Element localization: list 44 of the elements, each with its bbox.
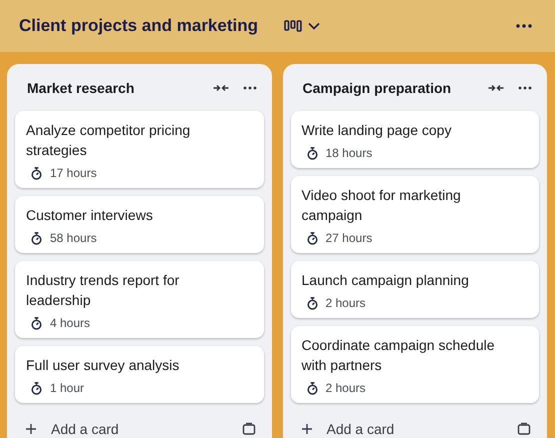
plus-icon (300, 423, 312, 435)
card-title: Analyze competitor pricing strategies (26, 121, 192, 160)
time-estimate: 58 hours (50, 231, 97, 245)
template-icon[interactable] (242, 422, 256, 436)
time-estimate: 4 hours (50, 316, 90, 330)
card-title: Industry trends report for leadership (26, 271, 180, 310)
add-card-button[interactable]: Add a card (300, 421, 394, 437)
list-title: Market research (27, 80, 134, 96)
task-card[interactable]: Customer interviews 58 hours (15, 196, 264, 253)
view-switcher[interactable] (282, 18, 322, 34)
task-card[interactable]: Coordinate campaign schedule with partners 2 hours (290, 326, 539, 403)
stopwatch-icon (306, 382, 318, 394)
add-card-button[interactable]: Add a card (25, 421, 119, 437)
stopwatch-icon (306, 232, 318, 244)
task-card[interactable]: Video shoot for marketing campaign 27 hours (290, 176, 539, 253)
task-card[interactable]: Launch campaign planning 2 hours (290, 261, 539, 318)
stopwatch-icon (30, 382, 43, 394)
card-title: Write landing page copy (302, 121, 452, 140)
chevron-down-icon (308, 22, 320, 30)
time-estimate: 17 hours (50, 166, 97, 180)
task-card[interactable]: Full user survey analysis 1 hour (15, 346, 264, 403)
card-title: Full user survey analysis (26, 356, 180, 375)
board-view-icon (284, 20, 302, 32)
plus-icon (25, 423, 37, 435)
list-title: Campaign preparation (302, 80, 452, 96)
card-title: Video shoot for marketing campaign (302, 186, 462, 225)
card-title: Launch campaign planning (302, 271, 470, 290)
card-title: Customer interviews (26, 206, 154, 225)
card-title: Coordinate campaign schedule with partners (302, 336, 496, 375)
stopwatch-icon (306, 296, 318, 310)
stopwatch-icon (30, 166, 43, 180)
time-estimate: 1 hour (50, 381, 84, 395)
board-title: Client projects and marketing (19, 16, 258, 36)
task-card[interactable]: Industry trends report for leadership 4 hours (15, 261, 264, 338)
time-estimate: 27 hours (326, 231, 372, 245)
task-card[interactable]: Write landing page copy 18 hours (290, 111, 539, 168)
stopwatch-icon (306, 146, 318, 160)
stopwatch-icon (30, 232, 43, 244)
time-estimate: 2 hours (326, 381, 366, 395)
stopwatch-icon (30, 316, 43, 330)
time-estimate: 2 hours (326, 296, 366, 310)
task-card[interactable]: Analyze competitor pricing strategies 17 hours (15, 111, 264, 188)
template-icon[interactable] (517, 422, 531, 436)
time-estimate: 18 hours (326, 146, 372, 160)
